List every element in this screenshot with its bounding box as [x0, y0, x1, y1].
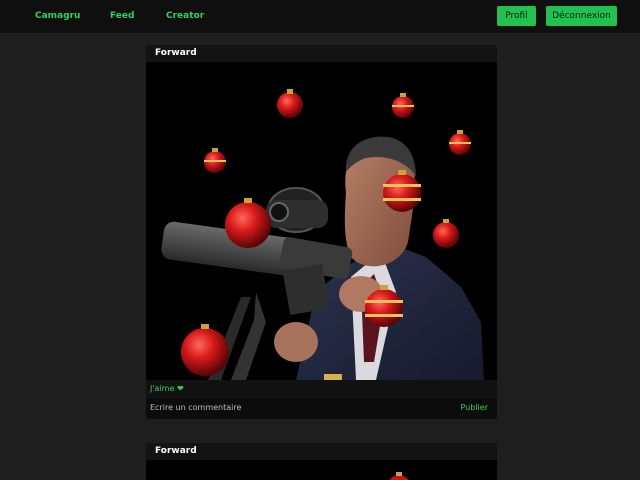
post-image — [146, 460, 497, 480]
post-header: Forward — [146, 45, 497, 62]
comment-bar: Publier — [146, 398, 497, 417]
post-card: Forward — [146, 443, 497, 480]
like-button[interactable]: J'aime ❤ — [146, 380, 497, 398]
nav-link-camagru[interactable]: Camagru — [35, 11, 80, 21]
nav-link-feed[interactable]: Feed — [110, 11, 134, 21]
top-navbar: Camagru Feed Creator Profil Déconnexion — [0, 0, 640, 33]
nav-link-creator[interactable]: Creator — [166, 11, 204, 21]
post-card: Forward — [146, 45, 497, 419]
post-photo — [146, 62, 497, 380]
comment-input[interactable] — [146, 398, 444, 417]
logout-button[interactable]: Déconnexion — [546, 6, 617, 26]
profile-button[interactable]: Profil — [497, 6, 536, 26]
publish-button[interactable]: Publier — [461, 398, 489, 417]
post-image — [146, 62, 497, 380]
post-photo — [146, 460, 497, 480]
post-header: Forward — [146, 443, 497, 460]
